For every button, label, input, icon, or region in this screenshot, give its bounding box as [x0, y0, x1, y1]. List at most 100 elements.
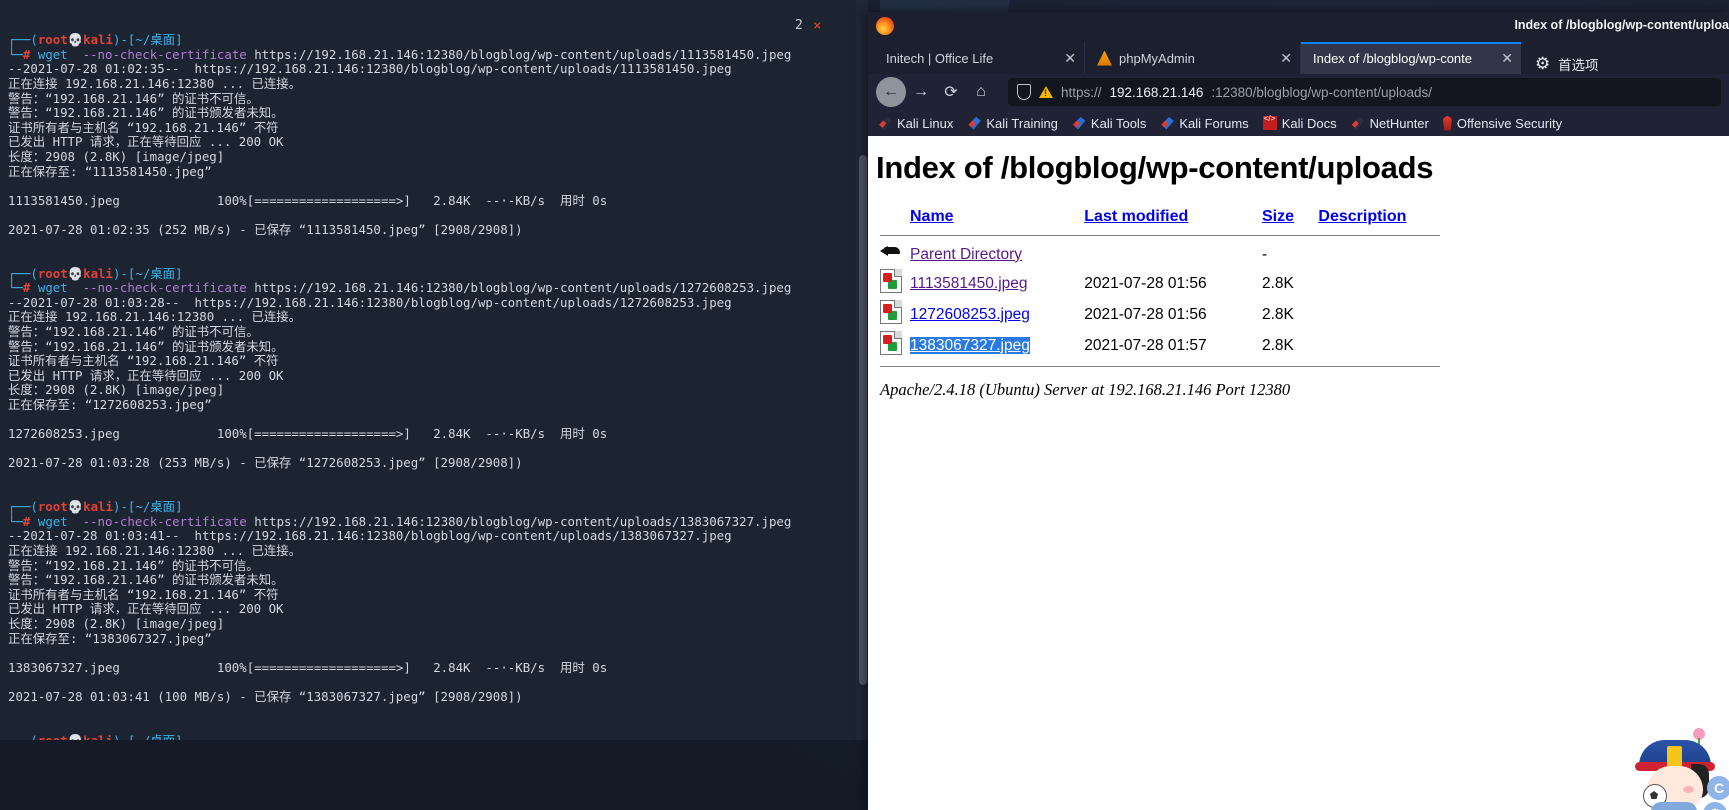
window-title: Index of /blogblog/wp-content/uploa: [1514, 18, 1729, 32]
header-description[interactable]: Description: [1318, 208, 1450, 230]
listing-divider-top: [880, 230, 1450, 241]
bookmark-kali-linux[interactable]: Kali Linux: [878, 116, 953, 131]
phpmyadmin-icon: [1097, 50, 1112, 66]
row-name-cell[interactable]: 1272608253.jpeg: [910, 299, 1084, 330]
terminal-prompt-line: ┌──(root💀kali)-[~/桌面]: [8, 499, 183, 515]
shield-icon[interactable]: [1017, 84, 1031, 100]
terminal-scrollbar-thumb[interactable]: [859, 155, 867, 685]
terminal-output-line: 正在保存至: “1272608253.jpeg”: [8, 397, 212, 413]
tab-close-icon[interactable]: ✕: [1270, 50, 1292, 67]
url-host: 192.168.21.146: [1109, 84, 1204, 100]
row-modified-cell: 2021-07-28 01:57: [1084, 336, 1207, 354]
preferences-label: 首选项: [1558, 58, 1599, 73]
terminal-command-line: └─# wget --no-check-certificate https://…: [8, 46, 792, 62]
kali-dragon-icon: [968, 116, 981, 130]
bookmark-offensive-security[interactable]: Offensive Security: [1442, 115, 1563, 131]
header-icon-cell: [880, 208, 910, 230]
firefox-logo-icon: [876, 17, 894, 35]
tab-close-icon[interactable]: ✕: [1491, 50, 1513, 67]
page-title: Index of /blogblog/wp-content/uploads: [876, 150, 1434, 185]
row-modified-cell: 2021-07-28 01:56: [1084, 274, 1207, 292]
terminal-window[interactable]: ┌──(root💀kali)-[~/桌面] └─# wget --no-check…: [0, 0, 868, 740]
mascot-cheek-right: [1683, 786, 1694, 793]
row-description-cell: [1318, 330, 1450, 361]
insecure-warning-icon[interactable]: [1039, 86, 1053, 98]
terminal-output-line: 警告：“192.168.21.146” 的证书不可信。: [8, 90, 259, 106]
terminal-output-line: 正在连接 192.168.21.146:12380 ... 已连接。: [8, 542, 302, 558]
tab-initech[interactable]: Initech | Office Life ✕: [874, 42, 1085, 74]
terminal-output-line: 警告：“192.168.21.146” 的证书颁发者未知。: [8, 572, 284, 588]
forward-button[interactable]: →: [906, 77, 936, 107]
server-signature: Apache/2.4.18 (Ubuntu) Server at 192.168…: [880, 380, 1291, 399]
row-icon-cell: [880, 299, 910, 330]
terminal-output-line: 正在连接 192.168.21.146:12380 ... 已连接。: [8, 75, 302, 91]
terminal-output: ┌──(root💀kali)-[~/桌面] └─# wget --no-check…: [0, 29, 868, 740]
bookmark-kali-forums[interactable]: Kali Forums: [1160, 116, 1249, 131]
header-name[interactable]: Name: [910, 208, 1084, 230]
header-size[interactable]: Size: [1262, 208, 1318, 230]
table-row[interactable]: 1383067327.jpeg 2021-07-28 01:57 2.8K: [880, 330, 1450, 361]
row-name-cell[interactable]: 1383067327.jpeg: [910, 330, 1084, 361]
terminal-prompt-line: ┌──(root💀kali)-[~/桌面]: [8, 32, 183, 48]
gear-icon: [1535, 56, 1551, 72]
kali-dragon-icon: [1161, 116, 1174, 130]
bookmark-label: Kali Training: [986, 115, 1058, 131]
bookmark-label: Kali Tools: [1090, 115, 1147, 131]
firefox-window: Index of /blogblog/wp-content/uploa Init…: [868, 12, 1729, 810]
tab-index-of-uploads[interactable]: Index of /blogblog/wp-conte ✕: [1301, 42, 1521, 74]
file-link[interactable]: 1383067327.jpeg: [910, 336, 1030, 354]
page-content: Index of /blogblog/wp-content/uploads Na…: [868, 136, 1729, 810]
bookmark-kali-tools[interactable]: Kali Tools: [1072, 116, 1146, 131]
file-link[interactable]: 1113581450.jpeg: [910, 275, 1028, 292]
sort-by-name-link[interactable]: Name: [910, 208, 954, 225]
address-bar[interactable]: https:// 192.168.21.146:12380/blogblog/wp…: [1008, 78, 1721, 106]
file-link[interactable]: Parent Directory: [910, 246, 1022, 263]
terminal-output-line: 长度：2908 (2.8K) [image/jpeg]: [8, 615, 225, 631]
bookmark-nethunter[interactable]: NetHunter: [1351, 116, 1429, 131]
row-size-cell: 2.8K: [1262, 274, 1294, 292]
tab-label: Initech | Office Life: [886, 50, 994, 66]
terminal-scrollbar[interactable]: [856, 0, 868, 740]
row-name-cell[interactable]: Parent Directory: [910, 241, 1084, 268]
row-description-cell: [1318, 299, 1450, 330]
row-size-cell: 2.8K: [1262, 336, 1294, 354]
sort-by-description-link[interactable]: Description: [1318, 208, 1406, 225]
tab-phpmyadmin[interactable]: phpMyAdmin ✕: [1085, 42, 1301, 74]
sort-by-modified-link[interactable]: Last modified: [1084, 208, 1188, 225]
terminal-result-line: 2021-07-28 01:02:35 (252 MB/s) - 已保存 “11…: [8, 221, 523, 237]
terminal-output-line: 正在连接 192.168.21.146:12380 ... 已连接。: [8, 309, 302, 325]
bookmark-kali-docs[interactable]: Kali Docs: [1262, 114, 1337, 131]
tab-close-icon[interactable]: ✕: [1054, 50, 1076, 67]
home-button[interactable]: ⌂: [966, 77, 996, 107]
table-row[interactable]: 1272608253.jpeg 2021-07-28 01:56 2.8K: [880, 299, 1450, 330]
sort-by-size-link[interactable]: Size: [1262, 208, 1294, 225]
row-name-cell[interactable]: 1113581450.jpeg: [910, 268, 1084, 299]
directory-listing-table: Name Last modified Size Description Pare…: [880, 208, 1450, 372]
file-link[interactable]: 1272608253.jpeg: [910, 306, 1030, 323]
mascot-body: [1651, 802, 1697, 810]
terminal-output-line: 警告：“192.168.21.146” 的证书不可信。: [8, 557, 259, 573]
bookmark-label: Kali Linux: [897, 115, 954, 131]
terminal-command-line: └─# wget --no-check-certificate https://…: [8, 513, 792, 529]
csdn-badge-c: C: [1707, 776, 1729, 800]
bookmark-kali-training[interactable]: Kali Training: [967, 116, 1058, 131]
window-titlebar: Index of /blogblog/wp-content/uploa: [868, 12, 1729, 42]
back-button[interactable]: ←: [876, 77, 906, 107]
bookmark-label: Offensive Security: [1456, 115, 1563, 131]
terminal-output-line: --2021-07-28 01:02:35-- https://192.168.…: [8, 61, 732, 77]
terminal-output-line: 长度：2908 (2.8K) [image/jpeg]: [8, 148, 225, 164]
terminal-output-line: 正在保存至: “1383067327.jpeg”: [8, 630, 212, 646]
table-row[interactable]: Parent Directory -: [880, 241, 1450, 268]
table-row[interactable]: 1113581450.jpeg 2021-07-28 01:56 2.8K: [880, 268, 1450, 299]
row-icon-cell: [880, 330, 910, 361]
header-last-modified[interactable]: Last modified: [1084, 208, 1262, 230]
terminal-prompt-line: ┌──(root💀kali)-[~/桌面]: [8, 733, 868, 740]
offsec-icon: [1442, 115, 1452, 131]
table-header-row: Name Last modified Size Description: [880, 208, 1450, 230]
reload-button[interactable]: ⟳: [936, 77, 966, 107]
preferences-button[interactable]: 首选项: [1535, 54, 1599, 74]
tab-label: Index of /blogblog/wp-conte: [1313, 50, 1472, 66]
image-file-icon: [880, 331, 902, 355]
screen: K BY OFFEN ┌──(root💀kali)-[~/桌面]└─# wget…: [0, 0, 1729, 810]
terminal-close-icon[interactable]: ×: [813, 18, 821, 34]
